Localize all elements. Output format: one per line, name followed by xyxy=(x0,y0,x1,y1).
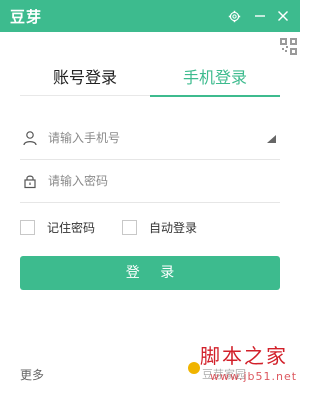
remember-password-label: 记住密码 xyxy=(47,220,96,235)
watermark-brand: 脚本之家 xyxy=(200,344,288,368)
password-input[interactable] xyxy=(48,169,248,193)
remember-password-checkbox[interactable] xyxy=(20,219,35,235)
phone-dropdown-icon[interactable] xyxy=(267,135,276,143)
login-button[interactable]: 登 录 xyxy=(20,256,280,290)
minimize-icon[interactable] xyxy=(251,7,269,25)
user-icon xyxy=(22,130,38,146)
auto-login-option[interactable]: 自动登录 xyxy=(122,218,197,236)
tab-account-login[interactable]: 账号登录 xyxy=(20,66,150,96)
watermark-site: www.jb51.net xyxy=(210,370,298,383)
app-title: 豆芽 xyxy=(10,8,43,26)
watermark: 脚本之家 豆芽家园 www.jb51.net xyxy=(188,338,298,393)
tab-phone-login[interactable]: 手机登录 xyxy=(150,66,280,97)
more-link[interactable]: 更多 xyxy=(20,366,44,383)
login-tabs: 账号登录 手机登录 xyxy=(20,66,280,97)
watermark-logo-icon xyxy=(188,362,200,374)
close-icon[interactable] xyxy=(274,7,292,25)
title-bar: 豆芽 xyxy=(0,0,300,32)
password-field xyxy=(20,159,280,203)
phone-field xyxy=(20,116,280,160)
lock-icon xyxy=(22,173,38,189)
auto-login-checkbox[interactable] xyxy=(122,219,137,235)
auto-login-label: 自动登录 xyxy=(149,220,198,235)
remember-password-option[interactable]: 记住密码 xyxy=(20,218,95,236)
gear-icon[interactable] xyxy=(225,7,243,25)
phone-input[interactable] xyxy=(48,126,248,150)
